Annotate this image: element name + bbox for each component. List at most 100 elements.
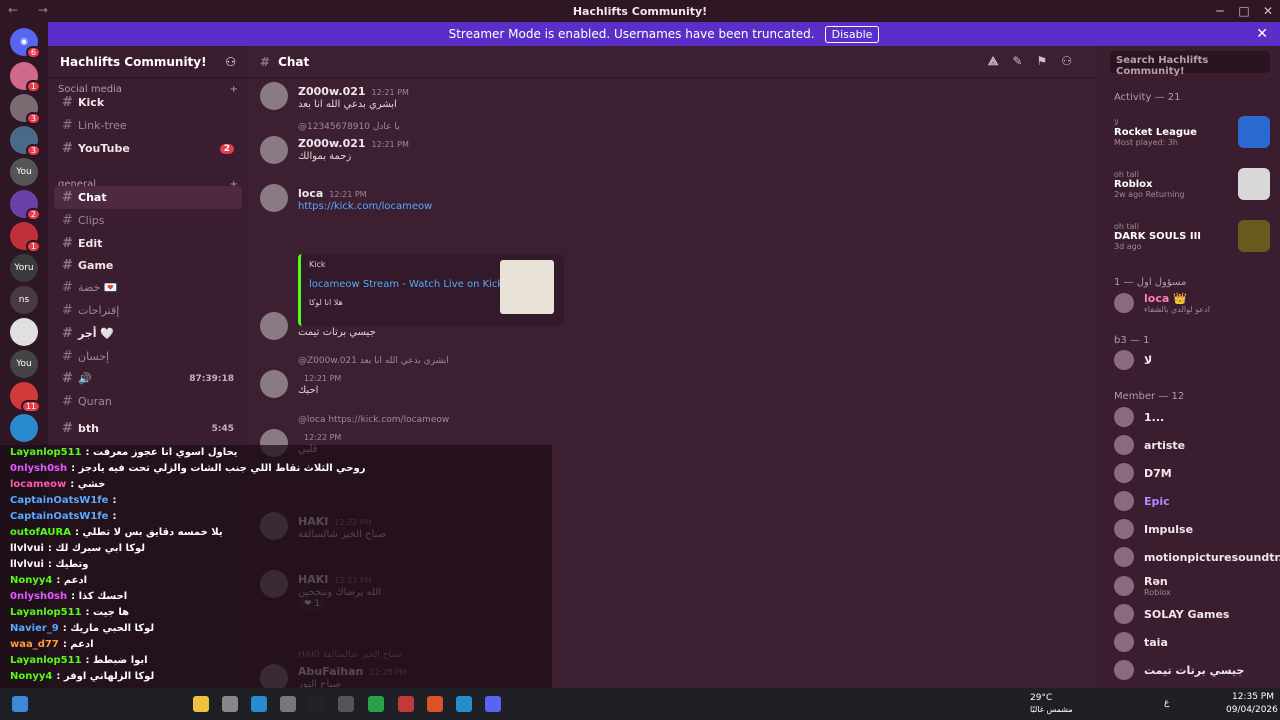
- server-icon[interactable]: You: [10, 158, 38, 186]
- xbox-icon[interactable]: [368, 696, 384, 712]
- channel-item[interactable]: # خضة 💌: [54, 276, 242, 299]
- activity-card[interactable]: oh tall DARK SOULS III 3d ago: [1114, 220, 1274, 252]
- member-name: جيسي برتات تيمت: [1144, 663, 1245, 677]
- store-icon[interactable]: [338, 696, 354, 712]
- member-item[interactable]: لا: [1114, 350, 1152, 370]
- link-embed[interactable]: Kick locameow Stream - Watch Live on Kic…: [298, 254, 564, 326]
- discord-icon[interactable]: [485, 696, 501, 712]
- header-tools-icon[interactable]: ⟁✎⚑⚇: [988, 54, 1086, 69]
- server-icon[interactable]: 1: [10, 62, 41, 93]
- reply-preview[interactable]: @12345678910 يا عادل: [298, 122, 409, 132]
- member-item[interactable]: جيسي برتات تيمت: [1114, 660, 1244, 680]
- server-icon[interactable]: You: [10, 350, 38, 378]
- reply-preview[interactable]: @loca https://kick.com/locameow: [298, 415, 449, 425]
- channel-item[interactable]: # YouTube 2: [54, 137, 242, 160]
- close-icon[interactable]: ✕: [1256, 26, 1268, 42]
- server-icon[interactable]: 2: [10, 190, 41, 221]
- avatar[interactable]: [260, 370, 288, 398]
- channel-item[interactable]: # bth 5:45: [54, 417, 242, 440]
- channel-item[interactable]: # Clips: [54, 209, 242, 232]
- activity-card[interactable]: oh tall Roblox 2w ago Returning: [1114, 168, 1274, 200]
- username[interactable]: Z000w.021: [298, 85, 366, 98]
- message-text[interactable]: https://kick.com/locameow: [298, 201, 432, 212]
- hash-icon: #: [62, 303, 73, 318]
- channel-item[interactable]: # إحسان: [54, 345, 242, 368]
- file-explorer-icon[interactable]: [193, 696, 209, 712]
- overlay-chat-line: Navier_9: لوكا الحبي ماريك: [10, 623, 154, 634]
- brave-icon[interactable]: [427, 696, 443, 712]
- settings-icon[interactable]: [280, 696, 296, 712]
- member-avatar: [1114, 604, 1134, 624]
- close-window-button[interactable]: ✕: [1256, 0, 1280, 22]
- search-input[interactable]: Search Hachlifts Community!: [1110, 51, 1270, 77]
- title-bar: ← → Hachlifts Community! ─ □ ✕: [0, 0, 1280, 22]
- server-icon[interactable]: [10, 414, 38, 442]
- member-name: loca 👑: [1144, 292, 1187, 305]
- member-item[interactable]: artiste: [1114, 435, 1185, 455]
- channel-item[interactable]: # أجر 🤍: [54, 322, 242, 345]
- server-icon[interactable]: [10, 318, 38, 346]
- reply-preview[interactable]: @Z000w.021 ابشري بدعي الله انا بعد: [298, 356, 449, 366]
- avatar[interactable]: [260, 136, 288, 164]
- temperature: 29°C: [1030, 693, 1053, 703]
- channel-item[interactable]: # Link-tree: [54, 114, 242, 137]
- edge-icon[interactable]: [456, 696, 472, 712]
- member-item[interactable]: loca 👑 ادعو لوالدي بالشفاء: [1114, 292, 1210, 314]
- member-item[interactable]: Impulse: [1114, 519, 1193, 539]
- username[interactable]: Z000w.021: [298, 137, 366, 150]
- overlay-username: CaptainOatsW1fe: [10, 511, 109, 522]
- server-icon[interactable]: ns: [10, 286, 38, 314]
- voice-timer: 87:39:18: [189, 373, 234, 384]
- hash-icon: #: [62, 421, 73, 436]
- member-text: loca 👑 ادعو لوالدي بالشفاء: [1144, 292, 1210, 314]
- member-item[interactable]: SOLAY Games: [1114, 604, 1229, 624]
- chat-header: # Chat ⟁✎⚑⚇ Search Hachlifts Community!: [248, 46, 1270, 78]
- app-icon-3[interactable]: [398, 696, 414, 712]
- channel-item[interactable]: # إقتراحات: [54, 299, 242, 322]
- chat-message: @12345678910 يا عادل Z000w.021 12:21 PM زحم…: [260, 122, 1060, 172]
- server-icon[interactable]: 11: [10, 382, 41, 413]
- app-icon[interactable]: [222, 696, 238, 712]
- avatar[interactable]: [260, 312, 288, 340]
- stream-chat-overlay: Layanlop511: يحاول اسوي انا عجوز معرفت 0n…: [0, 445, 552, 688]
- channel-item[interactable]: # Edit: [54, 232, 242, 255]
- activity-card[interactable]: لا Rocket League Most played: 3h: [1114, 116, 1274, 148]
- app-icon-2[interactable]: [251, 696, 267, 712]
- channel-item[interactable]: # 🔊 87:39:18: [54, 367, 242, 390]
- embed-thumbnail[interactable]: [500, 260, 554, 314]
- channel-item[interactable]: # Kick: [54, 91, 242, 114]
- game-icon: [1238, 168, 1270, 200]
- member-item[interactable]: taia: [1114, 632, 1168, 652]
- member-item[interactable]: motionpicturesoundtr...: [1114, 547, 1280, 567]
- maximize-button[interactable]: □: [1232, 0, 1256, 22]
- server-icon[interactable]: 3: [10, 94, 41, 125]
- avatar[interactable]: [260, 82, 288, 110]
- avatar[interactable]: [260, 184, 288, 212]
- username[interactable]: loca: [298, 187, 323, 200]
- discord-home-icon[interactable]: ◉ 6: [10, 28, 41, 59]
- member-item[interactable]: D7M: [1114, 463, 1172, 483]
- member-name: لا: [1144, 353, 1153, 367]
- member-section-header: b3 — 1: [1114, 335, 1150, 346]
- terminal-icon[interactable]: [309, 696, 325, 712]
- member-item[interactable]: 1...: [1114, 407, 1164, 427]
- server-icon[interactable]: Yoru: [10, 254, 38, 282]
- add-member-icon[interactable]: ⚇: [225, 55, 236, 69]
- start-icon[interactable]: [12, 696, 28, 712]
- channel-item[interactable]: # Game: [54, 254, 242, 277]
- server-icon[interactable]: 3: [10, 126, 41, 157]
- disable-button[interactable]: Disable: [824, 25, 880, 43]
- server-icon[interactable]: 1: [10, 222, 41, 253]
- timestamp: 12:21 PM: [371, 140, 409, 149]
- server-header[interactable]: Hachlifts Community! ⚇: [48, 46, 248, 78]
- member-text: taia: [1144, 636, 1168, 649]
- overlay-username: CaptainOatsW1fe: [10, 495, 109, 506]
- minimize-button[interactable]: ─: [1208, 0, 1232, 22]
- overlay-username: Navier_9: [10, 623, 59, 634]
- channel-item[interactable]: # Quran: [54, 390, 242, 413]
- input-language[interactable]: ع: [1164, 698, 1169, 708]
- member-item[interactable]: Epic: [1114, 491, 1170, 511]
- overlay-text: : يحاول اسوي انا عجوز معرفت: [85, 447, 238, 458]
- channel-item[interactable]: # Chat: [54, 186, 242, 209]
- member-item[interactable]: Rən Roblox: [1114, 575, 1171, 597]
